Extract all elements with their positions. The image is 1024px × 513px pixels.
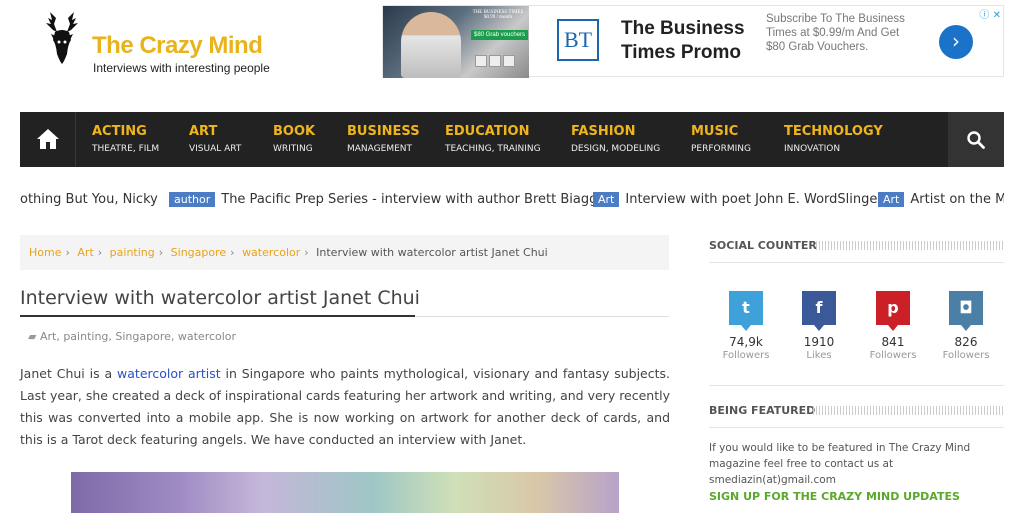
- ad-devices-image: [475, 52, 525, 68]
- close-icon[interactable]: ✕: [993, 10, 1001, 21]
- deer-head-logo-icon: [46, 12, 78, 64]
- social-count: 74,9k: [729, 335, 763, 349]
- heading-decoration: [816, 241, 1004, 250]
- social-count: 1910: [803, 335, 835, 349]
- article-intro: Janet Chui is a watercolor artist in Sin…: [20, 366, 670, 447]
- site-title: The Crazy Mind: [92, 32, 263, 59]
- being-featured-heading: BEING FEATURED: [709, 404, 816, 417]
- article-categories: ▰ Art, painting, Singapore, watercolor: [28, 330, 236, 343]
- social-label: Followers: [869, 350, 917, 361]
- bt-logo: BT: [557, 19, 599, 61]
- nav-item-art[interactable]: ART VISUAL ART: [189, 123, 241, 154]
- sidebar-divider: [709, 262, 1004, 263]
- artwork-image: [71, 472, 619, 513]
- title-underline: [20, 315, 415, 317]
- pinterest-icon: p: [876, 291, 910, 331]
- watercolor-artist-link[interactable]: watercolor artist: [117, 366, 221, 381]
- twitter-icon: t: [729, 291, 763, 331]
- ticker-badge: Art: [593, 192, 620, 207]
- nav-item-education[interactable]: EDUCATION TEACHING, TRAINING: [445, 123, 541, 154]
- ticker-badge: Art: [878, 192, 905, 207]
- ad-choices[interactable]: ⓘ ✕: [979, 6, 1001, 21]
- social-label: Followers: [722, 350, 770, 361]
- ticker-item[interactable]: author The Pacific Prep Series - intervie…: [169, 192, 609, 207]
- social-counter-heading: SOCIAL COUNTER: [709, 239, 817, 252]
- ad-image[interactable]: THE BUSINESS TIMES $0.99 / month $80 Gra…: [383, 6, 529, 78]
- ticker-item[interactable]: Art Artist on the Mo: [878, 192, 1004, 207]
- search-icon: [967, 131, 985, 149]
- social-label: Followers: [942, 350, 990, 361]
- chevron-right-icon: ›: [952, 29, 960, 53]
- nav-item-book[interactable]: BOOK WRITING: [273, 123, 315, 154]
- nav-item-acting[interactable]: ACTING THEATRE, FILM: [92, 123, 159, 154]
- nav-search-button[interactable]: [948, 112, 1004, 167]
- ad-image-promo: $80 Grab vouchers: [471, 30, 529, 40]
- instagram-icon: ◘: [949, 291, 983, 331]
- article-title: Interview with watercolor artist Janet C…: [20, 287, 420, 309]
- social-twitter[interactable]: t 74,9k Followers: [716, 291, 776, 361]
- breadcrumb-singapore[interactable]: Singapore: [171, 246, 227, 259]
- facebook-icon: f: [802, 291, 836, 331]
- social-instagram[interactable]: ◘ 826 Followers: [936, 291, 996, 361]
- nav-item-business[interactable]: BUSINESS MANAGEMENT: [347, 123, 420, 154]
- site-tagline: Interviews with interesting people: [93, 61, 270, 75]
- sidebar-divider: [709, 385, 1004, 386]
- breadcrumb-art[interactable]: Art: [77, 246, 93, 259]
- news-ticker: othing But You, Nicky author The Pacific …: [20, 186, 1004, 214]
- ad-person-image: [401, 12, 461, 78]
- breadcrumb: Home › Art › painting › Singapore › watercol…: [20, 235, 669, 270]
- breadcrumb-home[interactable]: Home: [29, 246, 61, 259]
- ad-banner[interactable]: THE BUSINESS TIMES $0.99 / month $80 Gra…: [382, 5, 1004, 78]
- ad-open-button[interactable]: ›: [939, 25, 973, 59]
- ad-title[interactable]: The Business Times Promo: [621, 17, 761, 65]
- sidebar-divider: [709, 427, 1004, 428]
- folder-icon: ▰: [28, 330, 37, 343]
- social-count: 826: [954, 335, 978, 349]
- ad-description: Subscribe To The Business Times at $0.99…: [766, 13, 905, 53]
- being-featured-text: If you would like to be featured in The …: [709, 442, 971, 486]
- nav-item-music[interactable]: MUSIC PERFORMING: [691, 123, 751, 154]
- heading-decoration: [813, 406, 1004, 415]
- nav-item-technology[interactable]: TECHNOLOGY INNOVATION: [784, 123, 883, 154]
- breadcrumb-painting[interactable]: painting: [110, 246, 155, 259]
- signup-heading: SIGN UP FOR THE CRAZY MIND UPDATES: [709, 490, 960, 503]
- site-logo[interactable]: The Crazy Mind Interviews with interesti…: [40, 10, 280, 80]
- breadcrumb-current: Interview with watercolor artist Janet C…: [316, 246, 548, 259]
- breadcrumb-watercolor[interactable]: watercolor: [242, 246, 300, 259]
- category-links[interactable]: Art, painting, Singapore, watercolor: [40, 330, 236, 343]
- social-label: Likes: [806, 350, 832, 361]
- social-count: 841: [881, 335, 905, 349]
- social-pinterest[interactable]: p 841 Followers: [863, 291, 923, 361]
- ad-image-header: THE BUSINESS TIMES $0.99 / month: [472, 10, 524, 20]
- ticker-item[interactable]: Art Interview with poet John E. WordSling…: [593, 192, 883, 207]
- info-icon[interactable]: ⓘ: [979, 10, 989, 21]
- nav-home-button[interactable]: [20, 112, 76, 167]
- social-facebook[interactable]: f 1910 Likes: [789, 291, 849, 361]
- nav-item-fashion[interactable]: FASHION DESIGN, MODELING: [571, 123, 660, 154]
- ticker-item[interactable]: othing But You, Nicky: [20, 192, 158, 207]
- home-icon: [37, 129, 59, 149]
- main-nav: ACTING THEATRE, FILM ART VISUAL ART BOOK…: [20, 112, 1004, 167]
- ticker-badge: author: [169, 192, 216, 207]
